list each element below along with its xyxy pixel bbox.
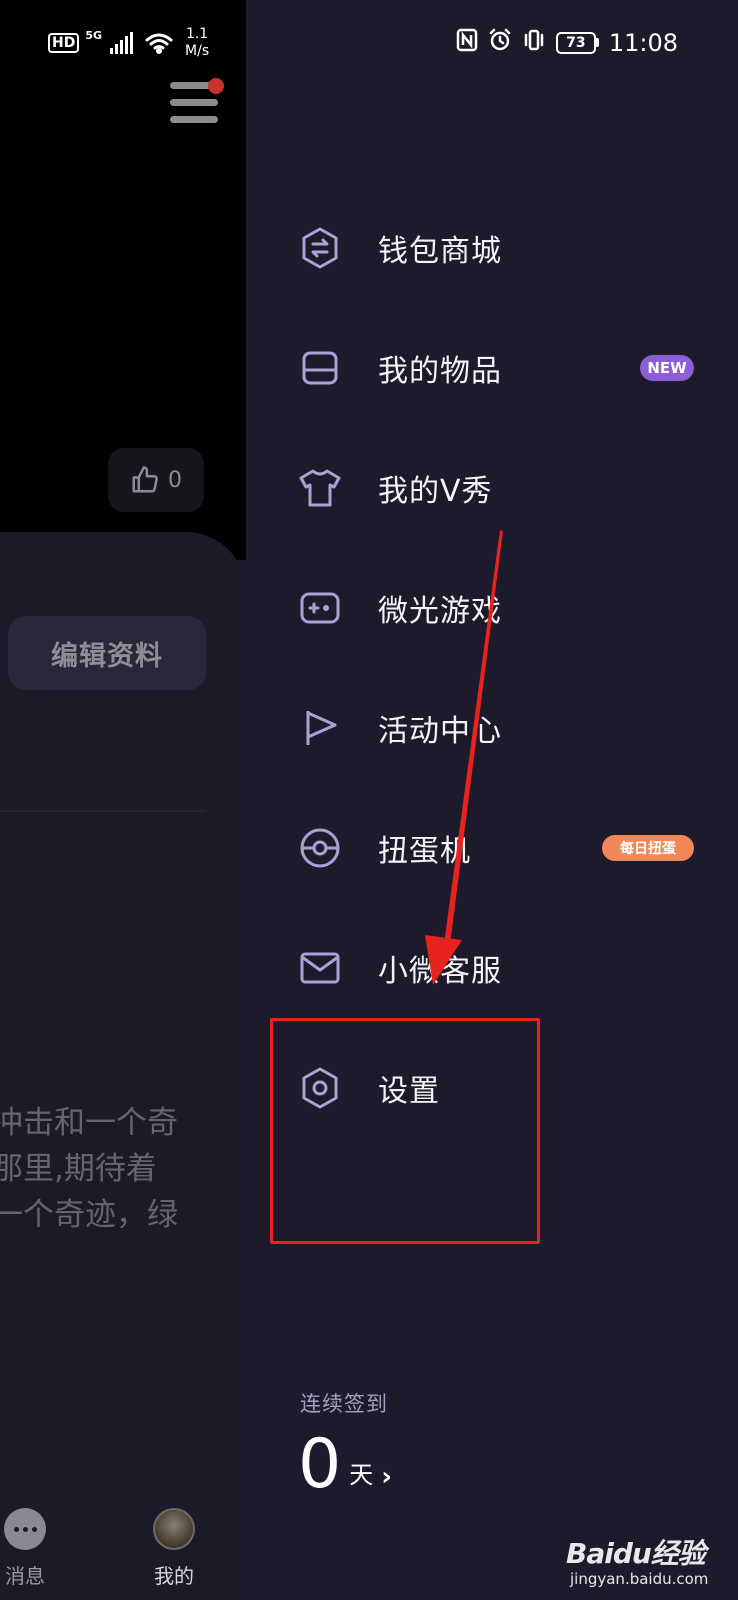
menu-item-label: 扭蛋机: [378, 834, 471, 869]
menu-item-label: 微光游戏: [378, 594, 502, 629]
signal-icon: [110, 32, 134, 54]
menu-item-activity-center[interactable]: 活动中心: [246, 688, 738, 768]
tab-label: 消息: [5, 1564, 45, 1588]
watermark-site: jingyan.baidu.com: [570, 1570, 709, 1588]
checkin-streak[interactable]: 0 天 ›: [298, 1430, 392, 1500]
like-count: 0: [168, 467, 182, 493]
network-speed: 1.1 M/s: [185, 26, 209, 60]
vibrate-icon: [522, 28, 546, 57]
edit-profile-button[interactable]: 编辑资料: [8, 616, 206, 690]
hd-indicator: HD: [48, 33, 80, 53]
menu-item-label: 我的V秀: [378, 474, 493, 509]
new-badge: NEW: [640, 355, 694, 381]
wifi-icon: [145, 33, 173, 54]
tab-label: 我的: [154, 1564, 194, 1588]
thumbs-up-icon: [132, 466, 158, 493]
checkin-count: 0: [298, 1425, 342, 1504]
gacha-ball-icon: [296, 824, 344, 872]
speed-value: 1.1: [185, 26, 209, 42]
profile-card: [0, 532, 246, 1600]
side-drawer: 钱包商城 我的物品 NEW 我的V秀 微光游戏 活动中心 扭蛋机 每日扭蛋 小微…: [246, 0, 738, 1600]
tab-me[interactable]: 我的: [146, 1508, 202, 1589]
profile-bio: 冲击和一个奇 那里,期待着 一个奇迹，绿: [0, 1100, 246, 1238]
checkin-label: 连续签到: [300, 1392, 388, 1416]
wallet-swap-icon: [296, 224, 344, 272]
chevron-right-icon: ›: [381, 1462, 392, 1492]
network-type: 5G: [85, 28, 103, 42]
inbox-tray-icon: [296, 344, 344, 392]
menu-item-gacha[interactable]: 扭蛋机 每日扭蛋: [246, 808, 738, 888]
avatar: [153, 1508, 195, 1550]
battery-icon: 73: [555, 31, 599, 54]
menu-item-label: 钱包商城: [378, 234, 502, 269]
bio-line: 那里,期待着: [0, 1151, 157, 1187]
menu-icon[interactable]: [170, 78, 224, 128]
bio-line: 冲击和一个奇: [0, 1105, 178, 1141]
menu-item-label: 活动中心: [378, 714, 502, 749]
menu-item-my-items[interactable]: 我的物品 NEW: [246, 328, 738, 408]
clock: 11:08: [608, 28, 678, 57]
speed-unit: M/s: [185, 43, 210, 59]
alarm-icon: [488, 28, 512, 57]
divider: [0, 810, 206, 812]
chat-bubble-icon: [4, 1508, 46, 1550]
menu-item-games[interactable]: 微光游戏: [246, 568, 738, 648]
bio-line: 一个奇迹，绿: [0, 1197, 178, 1233]
notification-dot: [208, 78, 224, 94]
menu-item-label: 小微客服: [378, 954, 502, 989]
highlight-box: [270, 1018, 540, 1244]
checkin-unit: 天: [349, 1461, 374, 1489]
menu-item-wallet[interactable]: 钱包商城: [246, 208, 738, 288]
like-button[interactable]: 0: [108, 448, 204, 512]
tshirt-icon: [296, 464, 344, 512]
flag-icon: [296, 704, 344, 752]
gamepad-icon: [296, 584, 344, 632]
menu-item-label: 我的物品: [378, 354, 502, 389]
mail-icon: [296, 944, 344, 992]
tab-messages[interactable]: 消息: [0, 1508, 52, 1589]
menu-item-customer-service[interactable]: 小微客服: [246, 928, 738, 1008]
background-page: 0 编辑资料 冲击和一个奇 那里,期待着 一个奇迹，绿 消息 我的: [0, 0, 246, 1600]
battery-level: 73: [555, 31, 596, 54]
nfc-icon: [456, 28, 478, 57]
watermark: Baidu经验 jingyan.baidu.com: [566, 1532, 708, 1588]
daily-gacha-badge: 每日扭蛋: [602, 835, 694, 861]
watermark-brand: Baidu经验: [566, 1537, 706, 1570]
status-bar: HD 5G 1.1 M/s 73 11:08: [0, 0, 738, 80]
menu-item-v-show[interactable]: 我的V秀: [246, 448, 738, 528]
